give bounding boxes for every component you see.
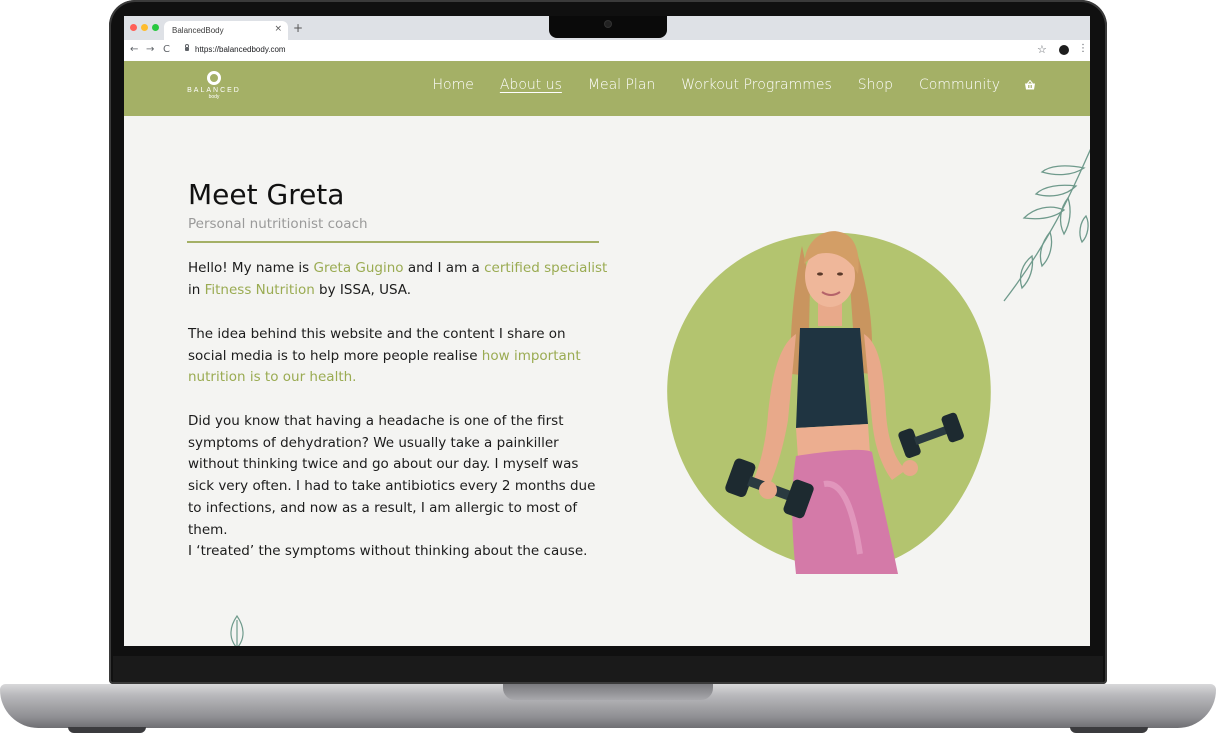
page-subtitle: Personal nutritionist coach [188, 216, 368, 232]
text: and I am a [403, 260, 485, 276]
laptop-opening-groove [503, 684, 713, 700]
browser-menu-icon[interactable]: ⋮ [1078, 43, 1088, 54]
new-tab-button[interactable]: + [293, 22, 303, 34]
minimize-window-button[interactable] [141, 24, 148, 31]
site-header: BALANCED body Home About us Meal Plan Wo… [124, 61, 1090, 116]
url-field[interactable]: https://balancedbody.com [195, 45, 286, 54]
laptop-foot-right [1070, 727, 1148, 733]
webcam-icon [605, 21, 611, 27]
basket-icon[interactable] [1024, 79, 1036, 91]
nav-about-us[interactable]: About us [500, 77, 562, 93]
nav-workout-programmes[interactable]: Workout Programmes [681, 77, 831, 93]
site-logo[interactable]: BALANCED body [186, 71, 242, 100]
idea-paragraph: The idea behind this website and the con… [188, 324, 608, 389]
highlight-fitness-nutrition: Fitness Nutrition [204, 281, 315, 298]
about-section: Meet Greta Personal nutritionist coach H… [124, 116, 1090, 646]
screen: BalancedBody × + ← → C https://balancedb… [124, 16, 1090, 646]
headache-paragraph: Did you know that having a headache is o… [188, 413, 596, 538]
highlight-certified: certified specialist [484, 260, 608, 276]
close-window-button[interactable] [130, 24, 137, 31]
browser-tab[interactable]: BalancedBody × [164, 21, 288, 40]
tab-title: BalancedBody [172, 26, 224, 35]
back-icon[interactable]: ← [130, 44, 138, 55]
text: Hello! My name is [188, 260, 314, 276]
logo-ring-icon [207, 71, 221, 85]
nav-shop[interactable]: Shop [858, 77, 893, 93]
profile-avatar[interactable] [1059, 45, 1069, 55]
address-bar: ← → C https://balancedbody.com ☆ ⋮ [124, 40, 1090, 62]
text: by ISSA, USA. [314, 281, 412, 298]
logo-text: BALANCED [187, 87, 241, 94]
tab-close-icon[interactable]: × [274, 24, 282, 34]
laptop-bezel-bottom [113, 656, 1103, 682]
logo-subtext: body [208, 94, 220, 100]
bookmark-star-icon[interactable]: ☆ [1037, 43, 1047, 56]
main-nav: Home About us Meal Plan Workout Programm… [407, 77, 1036, 93]
reload-icon[interactable]: C [163, 44, 170, 55]
nav-community[interactable]: Community [919, 77, 1000, 93]
camera-notch [549, 16, 667, 38]
window-controls [130, 24, 159, 31]
greta-portrait-image [725, 231, 964, 574]
title-divider [187, 241, 599, 243]
intro-paragraph: Hello! My name is Greta Gugino and I am … [188, 258, 608, 301]
forward-icon[interactable]: → [146, 44, 154, 55]
laptop-foot-left [68, 727, 146, 733]
page-title: Meet Greta [188, 178, 345, 211]
nav-home[interactable]: Home [433, 77, 474, 93]
leaf-branch-decoration-icon [1003, 148, 1090, 302]
text: in [188, 281, 205, 298]
lock-icon [185, 44, 189, 51]
small-leaf-decoration-icon [230, 614, 244, 646]
maximize-window-button[interactable] [152, 24, 159, 31]
nav-meal-plan[interactable]: Meal Plan [588, 77, 655, 93]
highlight-name: Greta Gugino [313, 260, 404, 276]
treated-paragraph: I ‘treated’ the symptoms without thinkin… [188, 543, 588, 559]
